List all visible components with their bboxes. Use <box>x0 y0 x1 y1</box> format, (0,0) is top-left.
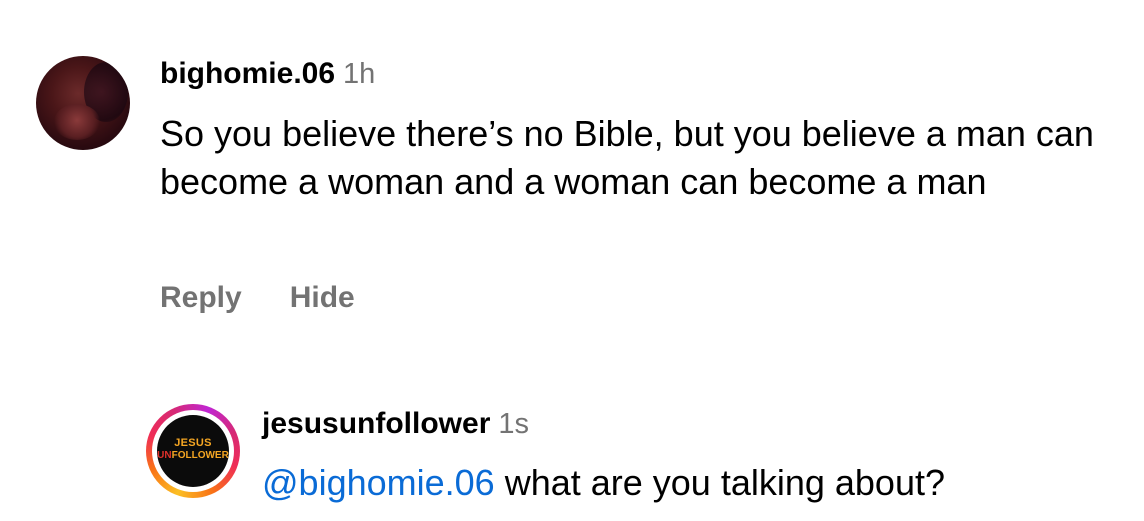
avatar-logo-suffix: FOLLOWER <box>171 450 229 461</box>
username[interactable]: bighomie.06 <box>160 57 335 90</box>
mention-link[interactable]: @bighomie.06 <box>262 462 495 503</box>
avatar-story-ring[interactable]: JESUS UNFOLLOWER <box>146 404 240 498</box>
comment-text: @bighomie.06 what are you talking about? <box>262 458 945 508</box>
avatar-nose <box>54 104 100 140</box>
comment-text: So you believe there’s no Bible, but you… <box>160 113 1094 202</box>
avatar-logo-prefix: UN <box>157 450 172 461</box>
timestamp: 1h <box>343 58 376 90</box>
comment-header: bighomie.06 1h <box>160 54 375 94</box>
reply-button[interactable]: Reply <box>160 276 242 320</box>
avatar[interactable] <box>36 56 130 150</box>
avatar: JESUS UNFOLLOWER <box>157 415 229 487</box>
avatar-logo-text: JESUS <box>174 437 212 449</box>
timestamp: 1s <box>498 408 530 440</box>
username[interactable]: jesusunfollower <box>262 407 490 440</box>
hide-button[interactable]: Hide <box>290 276 355 320</box>
comment-bighomie: bighomie.06 1h So you believe there’s no … <box>0 0 1144 340</box>
comment-header: jesusunfollower 1s <box>262 404 529 444</box>
avatar-logo-text: UNFOLLOWER <box>157 450 229 462</box>
comment-body: what are you talking about? <box>494 462 945 503</box>
comment-actions: Reply Hide <box>160 276 403 320</box>
